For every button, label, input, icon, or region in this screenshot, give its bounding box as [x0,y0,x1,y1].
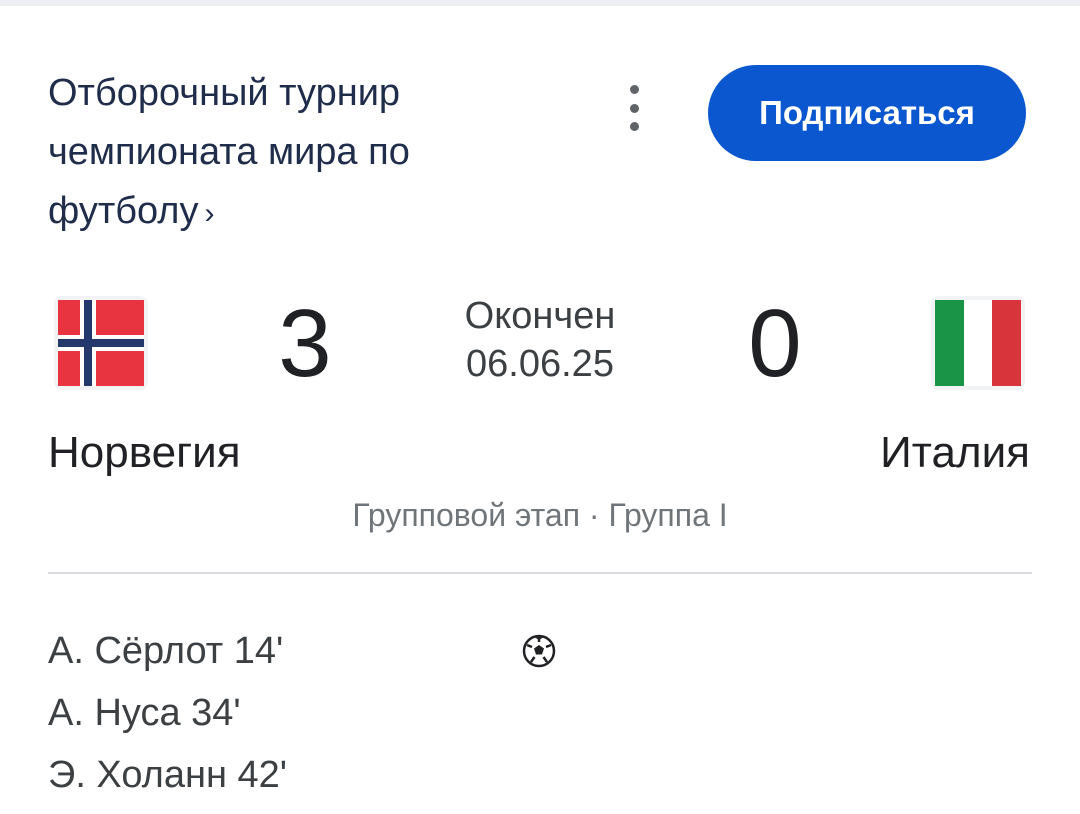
kebab-dot [629,85,639,94]
match-status-text: Окончен [464,295,616,337]
home-score: 3 [278,290,332,397]
chevron-right-icon: › [204,197,215,230]
title-line-3-text: футболу [48,190,199,232]
italy-flag-icon [931,296,1025,390]
title-line-3: футболу › [48,182,488,243]
title-line-2: чемпионата мира по [48,131,410,173]
section-divider [48,572,1032,574]
soccer-ball-icon [522,634,556,668]
kebab-dot [629,122,639,131]
norway-flag-icon [54,296,148,390]
kebab-dot [629,103,639,113]
goal-entry: А. Сёрлот 14' [48,630,284,672]
goal-entry: А. Нуса 34' [48,692,241,734]
match-stage: Групповой этап · Группа I [352,497,728,533]
away-score: 0 [748,290,802,397]
competition-title-link[interactable]: Отборочный турнир чемпионата мира по фут… [48,64,488,243]
away-team-name[interactable]: Италия [880,426,1030,480]
home-goal-list: А. Сёрлот 14' А. Нуса 34' Э. Холанн 42' [48,620,508,806]
title-line-1: Отборочный турнир [48,72,401,114]
match-status: Окончен 06.06.25 [400,292,680,388]
subscribe-button[interactable]: Подписаться [708,65,1026,161]
goal-entry: Э. Холанн 42' [48,754,288,796]
top-divider-strip [0,0,1080,6]
more-vertical-icon[interactable] [614,85,654,131]
home-team-name[interactable]: Норвегия [48,426,241,480]
match-date: 06.06.25 [466,343,614,385]
